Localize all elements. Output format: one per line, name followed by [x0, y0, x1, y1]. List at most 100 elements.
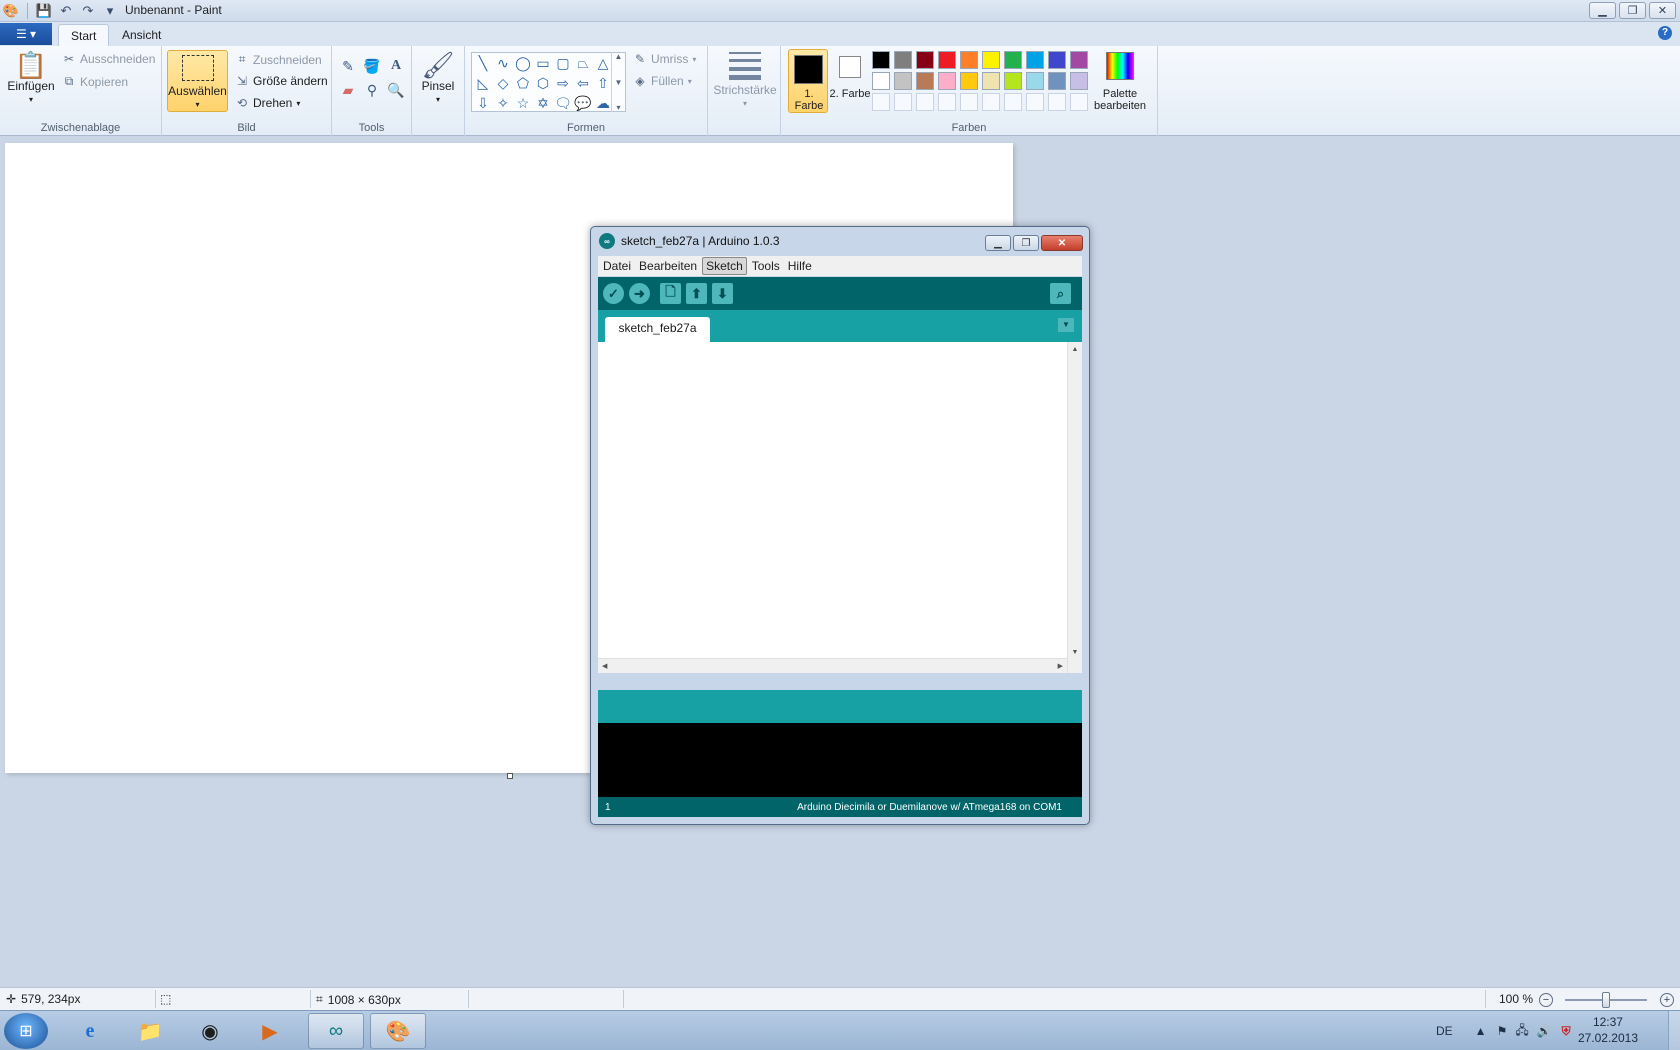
custom-color-slot[interactable] [1048, 93, 1066, 111]
editor-horizontal-scrollbar[interactable]: ◀ ▶ [598, 658, 1067, 673]
menu-datei[interactable]: Datei [600, 258, 634, 274]
triangle-shape-icon[interactable]: △ [593, 53, 613, 73]
custom-color-slot[interactable] [938, 93, 956, 111]
expand-icon[interactable]: ▾ [616, 103, 620, 112]
scroll-up-icon[interactable]: ▲ [1072, 346, 1079, 353]
arduino-maximize-button[interactable]: ❐ [1013, 235, 1039, 251]
show-hidden-icons-icon[interactable]: ▲ [1475, 1024, 1487, 1038]
arrow-left-shape-icon[interactable]: ⇦ [573, 73, 593, 93]
pentagon-shape-icon[interactable]: ⬠ [513, 73, 533, 93]
zoom-in-icon[interactable]: + [1660, 993, 1674, 1007]
arduino-console[interactable] [598, 723, 1082, 797]
polygon-shape-icon[interactable]: ⏢ [573, 53, 593, 73]
color2-swatch[interactable] [839, 56, 861, 78]
color-swatch[interactable] [982, 72, 1000, 90]
color-swatch[interactable] [894, 51, 912, 69]
color-swatch[interactable] [1048, 51, 1066, 69]
cut-button[interactable]: ✂ Ausschneiden [62, 52, 155, 66]
tab-start[interactable]: Start [58, 24, 110, 46]
fill-bucket-icon[interactable]: 🪣 [361, 56, 383, 76]
hexagon-shape-icon[interactable]: ⬡ [533, 73, 553, 93]
zoom-out-icon[interactable]: − [1539, 993, 1553, 1007]
callout-rect-shape-icon[interactable]: 🗨 [553, 93, 573, 113]
eraser-icon[interactable]: ▰ [337, 80, 359, 100]
custom-color-slot[interactable] [960, 93, 978, 111]
color-swatch[interactable] [1026, 51, 1044, 69]
arduino-minimize-button[interactable]: ▁ [985, 235, 1011, 251]
text-tool-icon[interactable]: A [385, 56, 407, 76]
zoom-slider-thumb[interactable] [1602, 992, 1610, 1008]
right-triangle-shape-icon[interactable]: ◺ [473, 73, 493, 93]
callout-cloud-shape-icon[interactable]: ☁ [593, 93, 613, 113]
color-swatch[interactable] [916, 72, 934, 90]
internet-explorer-icon[interactable]: e [62, 1013, 118, 1049]
oval-shape-icon[interactable]: ◯ [513, 53, 533, 73]
custom-color-slot[interactable] [894, 93, 912, 111]
file-menu-button[interactable]: ☰ ▾ [0, 23, 52, 45]
action-center-flag-icon[interactable]: ⚑ [1497, 1024, 1508, 1038]
clock[interactable]: 12:37 27.02.2013 [1578, 1014, 1638, 1046]
help-icon[interactable]: ? [1658, 26, 1672, 40]
six-point-star-shape-icon[interactable]: ✡ [533, 93, 553, 113]
shapes-scroll[interactable]: ▲ ▼ ▾ [611, 52, 625, 112]
tab-sketch[interactable]: sketch_feb27a [605, 317, 710, 342]
color-swatch[interactable] [960, 72, 978, 90]
new-sketch-icon[interactable]: 🗋 [660, 283, 681, 304]
outline-button[interactable]: ✎ Umriss ▾ [633, 52, 696, 66]
show-desktop-button[interactable] [1668, 1011, 1680, 1050]
arduino-icon[interactable]: ∞ [308, 1013, 364, 1049]
upload-icon[interactable]: ➜ [629, 283, 650, 304]
verify-icon[interactable]: ✓ [603, 283, 624, 304]
save-sketch-icon[interactable]: ⬇ [712, 283, 733, 304]
color-swatch[interactable] [872, 72, 890, 90]
custom-color-slot[interactable] [872, 93, 890, 111]
maximize-button[interactable]: ❐ [1619, 2, 1646, 19]
color-swatch[interactable] [1048, 72, 1066, 90]
size-button[interactable]: Strichstärke ▾ [712, 52, 778, 110]
tab-menu-icon[interactable]: ▼ [1058, 318, 1074, 332]
close-button[interactable]: ✕ [1649, 2, 1676, 19]
select-button[interactable]: Auswählen ▾ [167, 50, 228, 112]
menu-tools[interactable]: Tools [749, 258, 783, 274]
arrow-right-shape-icon[interactable]: ⇨ [553, 73, 573, 93]
security-shield-icon[interactable]: ⛨ [1562, 1024, 1571, 1039]
color-swatch[interactable] [1004, 51, 1022, 69]
editor-vertical-scrollbar[interactable]: ▲ ▼ [1067, 342, 1082, 673]
custom-color-slot[interactable] [982, 93, 1000, 111]
palette-edit-icon[interactable] [1106, 52, 1134, 80]
color-swatch[interactable] [916, 51, 934, 69]
resize-button[interactable]: ⇲ Größe ändern [235, 74, 328, 88]
canvas-resize-handle[interactable] [507, 773, 513, 779]
scroll-up-icon[interactable]: ▲ [615, 52, 623, 61]
color-picker-icon[interactable]: ⚲ [361, 80, 383, 100]
crop-button[interactable]: ⌗ Zuschneiden [235, 52, 322, 67]
curve-shape-icon[interactable]: ∿ [493, 53, 513, 73]
menu-hilfe[interactable]: Hilfe [785, 258, 815, 274]
color-swatch[interactable] [982, 51, 1000, 69]
volume-icon[interactable]: 🔊 [1537, 1024, 1552, 1038]
line-shape-icon[interactable]: ╲ [473, 53, 493, 73]
color-swatch[interactable] [872, 51, 890, 69]
scroll-down-icon[interactable]: ▼ [615, 78, 623, 87]
arrow-up-shape-icon[interactable]: ⇧ [593, 73, 613, 93]
undo-icon[interactable]: ↶ [57, 2, 75, 20]
fill-button[interactable]: ◈ Füllen ▾ [633, 74, 691, 88]
code-editor[interactable]: ▲ ▼ ◀ ▶ [598, 342, 1082, 673]
copy-button[interactable]: ⧉ Kopieren [62, 74, 128, 89]
scroll-left-icon[interactable]: ◀ [602, 662, 607, 670]
menu-bearbeiten[interactable]: Bearbeiten [636, 258, 700, 274]
scroll-down-icon[interactable]: ▼ [1072, 649, 1079, 656]
paste-button[interactable]: 📋 Einfügen ▾ [6, 50, 56, 106]
magnifier-icon[interactable]: 🔍 [385, 80, 407, 100]
diamond-shape-icon[interactable]: ◇ [493, 73, 513, 93]
open-sketch-icon[interactable]: ⬆ [686, 283, 707, 304]
customize-qat-icon[interactable]: ▾ [101, 2, 119, 20]
color-swatch[interactable] [960, 51, 978, 69]
color-swatch[interactable] [1070, 51, 1088, 69]
custom-color-slot[interactable] [1004, 93, 1022, 111]
five-point-star-shape-icon[interactable]: ☆ [513, 93, 533, 113]
paint-icon[interactable]: 🎨 [370, 1013, 426, 1049]
start-button[interactable]: ⊞ [4, 1013, 48, 1049]
brush-button[interactable]: 🖌 Pinsel ▾ [416, 50, 460, 106]
serial-monitor-icon[interactable]: ⌕ [1050, 283, 1071, 304]
